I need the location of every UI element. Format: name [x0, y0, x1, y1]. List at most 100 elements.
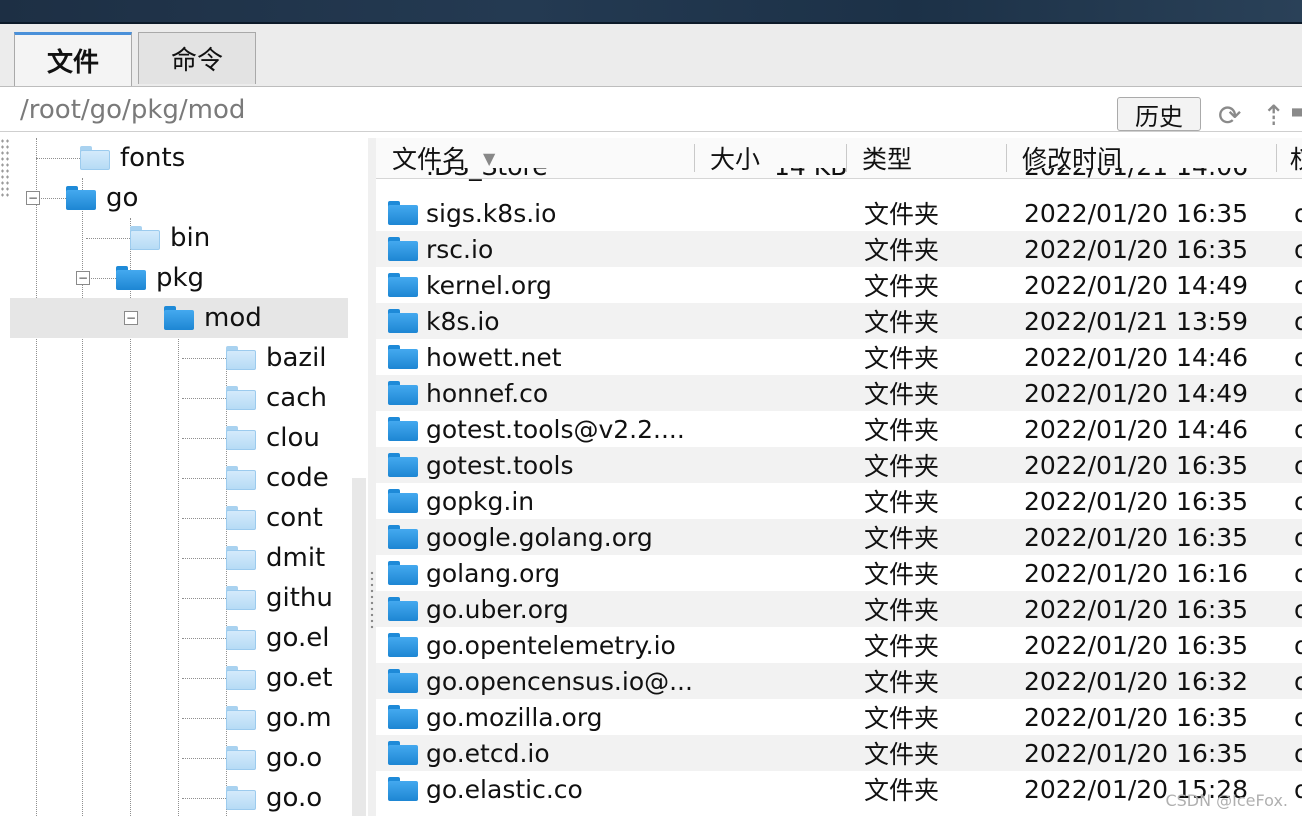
file-icon-cell [388, 411, 428, 447]
file-list: 文件名 ▼ 大小 类型 修改时间 权 .DS_Store 14 KB 2022/… [376, 138, 1302, 816]
tree-item-label: fonts [120, 143, 186, 173]
table-row[interactable]: go.opentelemetry.io 文件夹 2022/01/20 16:35 d [376, 627, 1302, 663]
table-row[interactable]: rsc.io 文件夹 2022/01/20 16:35 d [376, 231, 1302, 267]
table-row[interactable]: go.elastic.co 文件夹 2022/01/20 15:28 d [376, 771, 1302, 807]
tree-item-mod[interactable]: − mod [10, 298, 348, 338]
file-icon-cell [388, 699, 428, 735]
tree-item-bin[interactable]: bin [130, 218, 210, 258]
table-row[interactable]: k8s.io 文件夹 2022/01/21 13:59 d [376, 303, 1302, 339]
tree-item-label: mod [204, 303, 262, 333]
tree-item-label: dmit [266, 543, 326, 573]
tree-item-go-o[interactable]: go.o [226, 778, 322, 816]
collapse-icon[interactable]: − [26, 191, 40, 205]
file-icon-cell [388, 591, 428, 627]
file-icon-cell [388, 771, 428, 807]
tree-item-label: go [106, 183, 139, 213]
tree-item-go-o[interactable]: go.o [226, 738, 322, 778]
table-row[interactable]: gotest.tools@v2.2.... 文件夹 2022/01/20 14:46… [376, 411, 1302, 447]
file-permissions: d [1294, 522, 1302, 552]
tree-item-bazil[interactable]: bazil [226, 338, 327, 378]
tree-item-label: code [266, 463, 329, 493]
splitter-grip[interactable] [369, 570, 375, 630]
tree-item-label: pkg [156, 263, 205, 293]
tree-item-fonts[interactable]: fonts [80, 138, 185, 178]
tree-item-code[interactable]: code [226, 458, 329, 498]
table-row[interactable]: gotest.tools 文件夹 2022/01/20 16:35 d [376, 447, 1302, 483]
table-row[interactable]: sigs.k8s.io 文件夹 2022/01/20 16:35 d [376, 195, 1302, 231]
folder-icon [388, 741, 418, 765]
folder-icon [388, 309, 418, 333]
file-modified: 2022/01/20 16:35 [1024, 630, 1249, 660]
download-icon[interactable]: ▬ [1290, 99, 1302, 124]
tree-item-clou[interactable]: clou [226, 418, 320, 458]
tab-commands[interactable]: 命令 [138, 32, 256, 84]
tree-item-dmit[interactable]: dmit [226, 538, 325, 578]
table-row[interactable]: go.mozilla.org 文件夹 2022/01/20 16:35 d [376, 699, 1302, 735]
collapse-icon[interactable]: − [76, 271, 90, 285]
tree-item-cont[interactable]: cont [226, 498, 323, 538]
file-icon-cell [388, 267, 428, 303]
file-permissions: d [1294, 666, 1302, 696]
folder-icon [388, 345, 418, 369]
table-row[interactable]: golang.org 文件夹 2022/01/20 16:16 d [376, 555, 1302, 591]
pane-grip[interactable] [0, 138, 10, 198]
folder-icon [388, 237, 418, 261]
folder-icon [226, 586, 256, 610]
file-modified: 2022/01/20 14:46 [1024, 342, 1249, 372]
file-modified: 2022/01/20 16:35 [1024, 522, 1249, 552]
history-button[interactable]: 历史 [1117, 97, 1201, 131]
folder-icon [80, 146, 110, 170]
tree-item-label: go.el [266, 623, 330, 653]
folder-tree: fonts − go bin − pkg − mod bazil cach clou code cont… [10, 138, 369, 816]
refresh-icon[interactable]: ⟳ [1218, 99, 1241, 132]
folder-icon [388, 597, 418, 621]
file-name: gotest.tools@v2.2.... [426, 414, 685, 444]
table-row[interactable]: google.golang.org 文件夹 2022/01/20 16:35 d [376, 519, 1302, 555]
file-icon-cell [388, 663, 428, 699]
tree-item-label: go.o [266, 783, 323, 813]
file-modified: 2022/01/21 14:06 [1024, 168, 1248, 184]
tree-item-cach[interactable]: cach [226, 378, 327, 418]
file-modified: 2022/01/20 16:32 [1024, 666, 1249, 696]
folder-icon [388, 777, 418, 801]
up-arrow-icon[interactable]: ⇡ [1262, 99, 1285, 132]
folder-icon [226, 466, 256, 490]
tree-scrollbar[interactable] [352, 478, 366, 816]
collapse-icon[interactable]: − [124, 311, 138, 325]
folder-icon [116, 266, 146, 290]
table-row[interactable]: kernel.org 文件夹 2022/01/20 14:49 d [376, 267, 1302, 303]
table-row-partial[interactable]: .DS_Store 14 KB 2022/01/21 14:06 [376, 168, 1302, 190]
tab-files[interactable]: 文件 [14, 32, 132, 86]
file-type: 文件夹 [864, 236, 940, 265]
window-titlebar [0, 0, 1302, 24]
file-name: .DS_Store [426, 168, 548, 184]
table-row[interactable]: howett.net 文件夹 2022/01/20 14:46 d [376, 339, 1302, 375]
file-icon-cell [388, 519, 428, 555]
folder-icon [226, 386, 256, 410]
table-row[interactable]: go.etcd.io 文件夹 2022/01/20 16:35 d [376, 735, 1302, 771]
tree-item-go-m[interactable]: go.m [226, 698, 332, 738]
file-icon-cell [388, 339, 428, 375]
table-row[interactable]: gopkg.in 文件夹 2022/01/20 16:35 d [376, 483, 1302, 519]
tree-item-pkg[interactable]: − pkg [76, 258, 204, 298]
table-row[interactable]: go.opencensus.io@... 文件夹 2022/01/20 16:32 d [376, 663, 1302, 699]
path-input[interactable] [18, 91, 1112, 129]
file-name: rsc.io [426, 234, 494, 264]
file-modified: 2022/01/20 16:35 [1024, 198, 1249, 228]
tree-item-githu[interactable]: githu [226, 578, 333, 618]
table-row[interactable]: go.uber.org 文件夹 2022/01/20 16:35 d [376, 591, 1302, 627]
tree-item-go-el[interactable]: go.el [226, 618, 329, 658]
folder-icon [388, 381, 418, 405]
tree-item-go[interactable]: − go [26, 178, 138, 218]
pane-splitter[interactable] [368, 138, 376, 816]
file-name: go.mozilla.org [426, 702, 603, 732]
file-name: gotest.tools [426, 450, 574, 480]
file-permissions: d [1294, 450, 1302, 480]
file-name: go.opencensus.io@... [426, 666, 693, 696]
file-type: 文件夹 [864, 524, 940, 553]
table-row[interactable]: honnef.co 文件夹 2022/01/20 14:49 d [376, 375, 1302, 411]
file-permissions: d [1294, 774, 1302, 804]
folder-icon [130, 226, 160, 250]
file-icon-cell [388, 735, 428, 771]
tree-item-go-et[interactable]: go.et [226, 658, 332, 698]
